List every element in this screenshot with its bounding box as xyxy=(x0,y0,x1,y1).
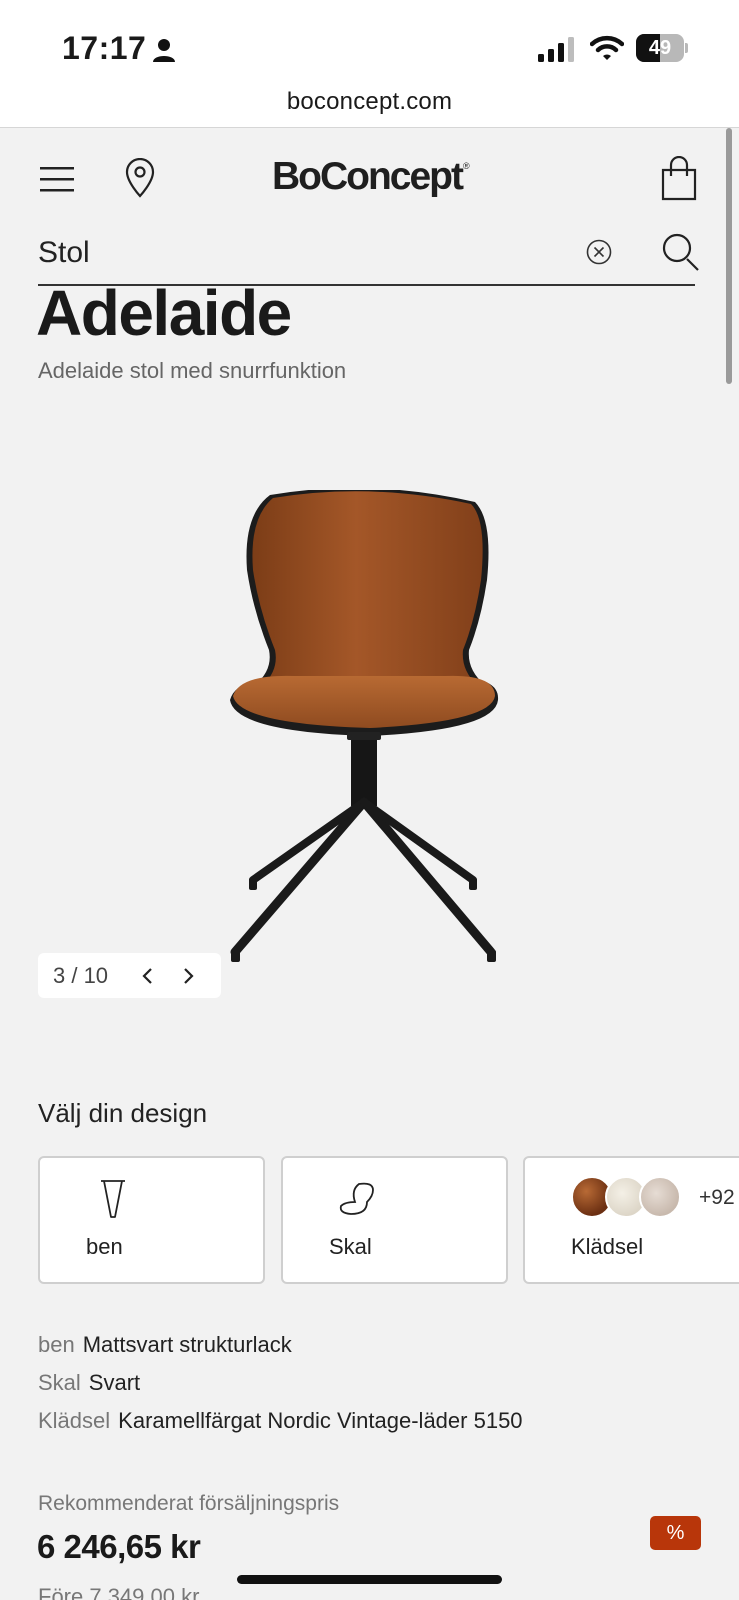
address-bar[interactable]: boconcept.com xyxy=(0,88,739,128)
more-swatches-count: +92 xyxy=(699,1186,735,1209)
price-label: Rekommenderat försäljningspris xyxy=(38,1492,340,1515)
store-locator-icon[interactable] xyxy=(124,158,156,198)
spec-row: Klädsel Karamellfärgat Nordic Vintage-läd… xyxy=(38,1408,523,1434)
swatch-beige-fabric xyxy=(639,1176,681,1218)
battery-percent: 49 xyxy=(648,37,672,59)
design-option-label: Skal xyxy=(329,1234,372,1259)
brand-logo[interactable]: BoConcept® xyxy=(272,155,470,199)
shell-icon xyxy=(339,1182,374,1215)
status-bar: 17:17 49 xyxy=(0,0,739,88)
spec-value: Karamellfärgat Nordic Vintage-läder 5150 xyxy=(118,1408,523,1433)
gallery-counter: 3 / 10 xyxy=(53,963,109,988)
discount-badge: % xyxy=(650,1516,701,1550)
spec-key: ben xyxy=(38,1332,75,1357)
clear-search-icon[interactable] xyxy=(586,239,612,265)
design-option-kladsel[interactable]: +92 Klädsel xyxy=(523,1156,739,1284)
person-icon xyxy=(153,39,175,62)
spec-row: ben Mattsvart strukturlack xyxy=(38,1332,292,1358)
chevron-right-icon[interactable] xyxy=(178,965,198,987)
current-price: 6 246,65 kr xyxy=(37,1528,201,1565)
spec-value: Mattsvart strukturlack xyxy=(82,1332,292,1357)
wifi-icon xyxy=(590,35,624,60)
design-option-label: Klädsel xyxy=(571,1234,644,1259)
url-text: boconcept.com xyxy=(286,88,453,115)
product-subtitle: Adelaide stol med snurrfunktion xyxy=(38,358,347,383)
status-time: 17:17 xyxy=(62,30,147,66)
menu-icon[interactable] xyxy=(40,166,74,192)
signal-icon xyxy=(538,37,574,62)
design-option-ben[interactable]: ben xyxy=(38,1156,265,1284)
home-indicator[interactable] xyxy=(237,1575,502,1584)
spec-row: Skal Svart xyxy=(38,1370,140,1396)
shopping-bag-icon[interactable] xyxy=(660,156,698,202)
chevron-left-icon[interactable] xyxy=(138,965,158,987)
search-input[interactable]: Stol xyxy=(38,236,90,270)
battery-indicator: 49 xyxy=(636,34,688,62)
product-image[interactable] xyxy=(225,490,515,990)
spec-key: Klädsel xyxy=(38,1408,111,1433)
search-icon[interactable] xyxy=(662,233,700,273)
scrollbar[interactable] xyxy=(726,128,732,384)
original-price: Före 7 349,00 kr xyxy=(38,1584,200,1600)
leg-icon xyxy=(101,1180,125,1218)
product-title: Adelaide xyxy=(36,277,292,349)
spec-value: Svart xyxy=(88,1370,141,1395)
spec-key: Skal xyxy=(38,1370,81,1395)
design-option-skal[interactable]: Skal xyxy=(281,1156,508,1284)
design-option-label: ben xyxy=(86,1234,123,1259)
design-heading: Välj din design xyxy=(38,1098,208,1128)
gallery-pager: 3 / 10 xyxy=(38,953,221,998)
